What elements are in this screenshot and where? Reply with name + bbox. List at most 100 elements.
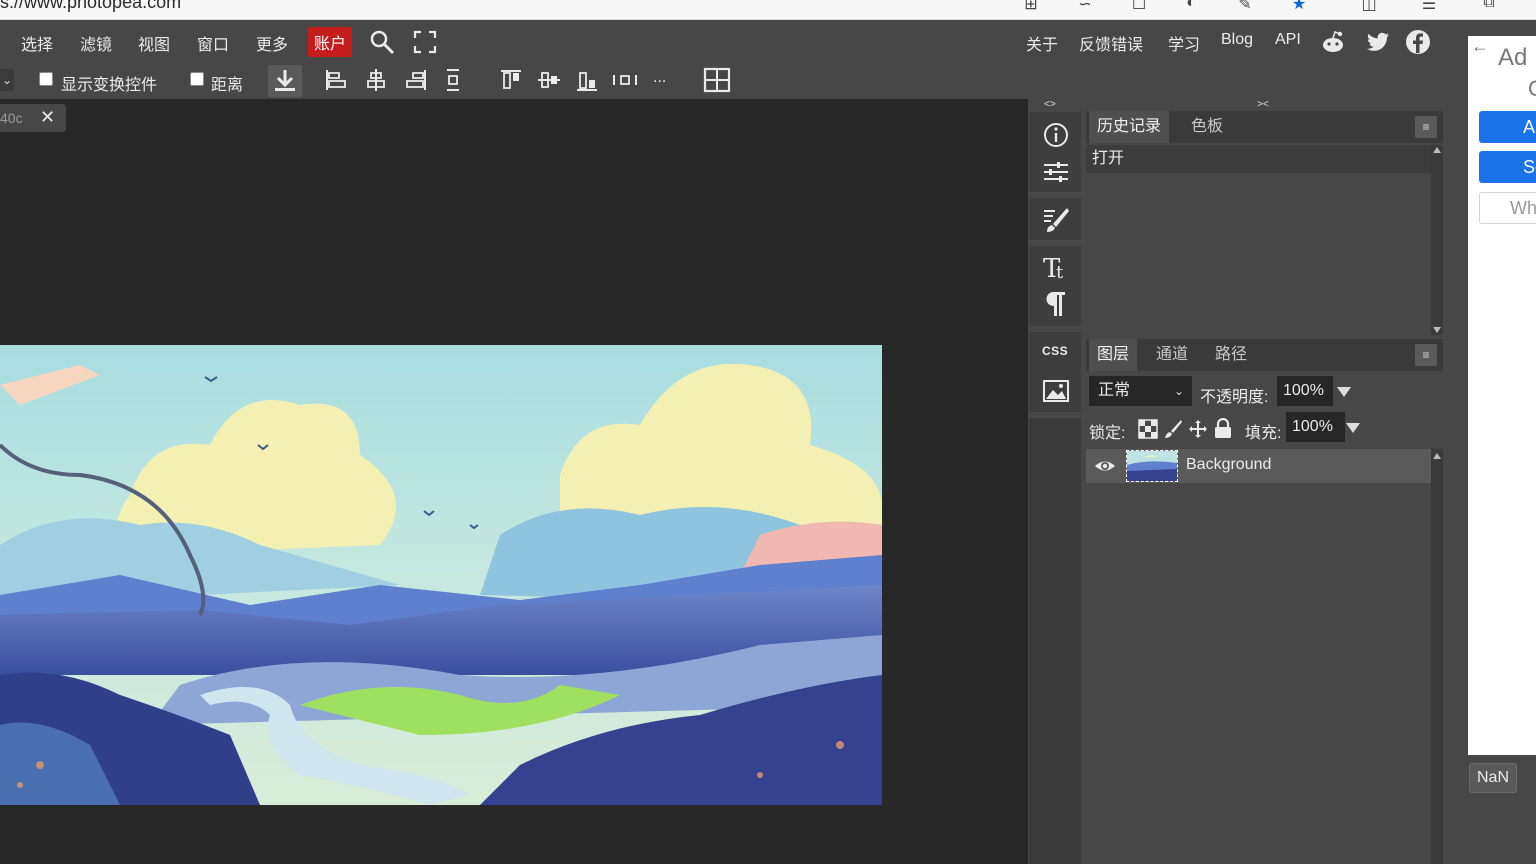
history-panel-menu-icon[interactable]: ≡ <box>1415 116 1437 138</box>
scroll-up-icon[interactable] <box>1433 147 1441 153</box>
facebook-icon[interactable] <box>1405 29 1431 55</box>
scroll-down-icon[interactable] <box>1433 327 1441 333</box>
ad-subtitle: C <box>1528 76 1536 101</box>
align-left-icon[interactable] <box>322 66 350 94</box>
search-icon[interactable] <box>369 29 395 55</box>
lock-transparency-icon[interactable] <box>1138 419 1158 439</box>
distance-label: 距离 <box>211 77 244 94</box>
image-icon[interactable] <box>1041 376 1071 406</box>
tool-preset-dropdown[interactable]: ⌄ <box>0 69 14 91</box>
url-text[interactable]: s://www.photopea.com <box>0 0 181 13</box>
ad-secondary-button[interactable]: Se <box>1479 151 1536 183</box>
canvas-image[interactable] <box>0 345 882 805</box>
distribute-vertical-icon[interactable] <box>439 66 467 94</box>
align-right-icon[interactable] <box>402 66 430 94</box>
ad-outline-button-label: Wh <box>1510 198 1536 218</box>
menu-about[interactable]: 关于 <box>1026 31 1058 55</box>
ad-primary-button[interactable]: A <box>1479 111 1536 143</box>
collections-icon[interactable]: ⧉ <box>1478 0 1500 14</box>
lock-position-move-icon[interactable] <box>1188 419 1208 439</box>
account-button[interactable]: 账户 <box>308 27 353 57</box>
tab-layers[interactable]: 图层 <box>1089 339 1138 371</box>
history-entry[interactable]: 打开 <box>1086 145 1431 173</box>
tab-swatches[interactable]: 色板 <box>1183 111 1231 143</box>
distance-checkbox[interactable] <box>190 72 204 86</box>
ad-primary-button-label: A <box>1523 117 1536 137</box>
history-panel-header: 历史记录 色板 ≡ <box>1086 111 1443 143</box>
align-top-icon[interactable] <box>497 66 525 94</box>
menu-more[interactable]: 更多 <box>256 31 288 55</box>
ad-panel: ← Ad C A Se Wh <box>1468 36 1536 755</box>
tab-icon[interactable]: ☐ <box>1128 0 1150 14</box>
fullscreen-icon[interactable] <box>412 29 438 55</box>
download-button[interactable] <box>268 65 302 97</box>
apps-icon[interactable]: ⊞ <box>1020 0 1042 14</box>
menu-api[interactable]: API <box>1275 31 1301 49</box>
align-hcenter-icon[interactable] <box>362 66 390 94</box>
paragraph-icon[interactable] <box>1041 289 1071 319</box>
menu-bar: 选择 滤镜 视图 窗口 更多 账户 关于 反馈错误 学习 Blog API <box>0 20 1468 63</box>
align-vcenter-icon[interactable] <box>535 66 563 94</box>
opacity-input[interactable]: 100% <box>1277 376 1333 406</box>
svg-text:t: t <box>1056 262 1064 281</box>
grid-icon[interactable] <box>703 66 731 94</box>
align-bottom-icon[interactable] <box>573 66 601 94</box>
layers-scrollbar[interactable] <box>1431 449 1443 864</box>
character-icon[interactable]: Tt <box>1041 251 1071 281</box>
chevron-down-icon: ⌄ <box>1173 384 1184 398</box>
menu-learn[interactable]: 学习 <box>1168 31 1200 55</box>
fill-dropdown-icon[interactable] <box>1346 423 1360 433</box>
ad-title: Ad <box>1498 44 1528 71</box>
menu-filter[interactable]: 滤镜 <box>80 31 112 55</box>
blend-mode-value: 正常 <box>1098 382 1131 399</box>
blend-mode-select[interactable]: 正常 ⌄ <box>1089 376 1192 406</box>
history-scrollbar[interactable] <box>1431 145 1443 335</box>
document-close-icon[interactable]: ✕ <box>40 107 55 128</box>
lock-all-icon[interactable] <box>1213 418 1233 439</box>
show-transform-checkbox[interactable] <box>39 72 53 86</box>
opacity-label: 不透明度: <box>1200 389 1269 406</box>
document-tab[interactable]: 40c ✕ <box>0 104 66 132</box>
css-icon[interactable]: CSS <box>1042 344 1068 358</box>
twitter-icon[interactable] <box>1365 29 1391 55</box>
lock-pixels-brush-icon[interactable] <box>1163 419 1183 439</box>
menu-view[interactable]: 视图 <box>138 31 170 55</box>
layers-panel-header: 图层 通道 路径 ≡ <box>1086 339 1443 371</box>
read-aloud-icon[interactable]: ∽ <box>1074 0 1096 14</box>
menu-window[interactable]: 窗口 <box>197 31 229 55</box>
eye-visibility-icon[interactable] <box>1094 455 1116 477</box>
tab-channels[interactable]: 通道 <box>1148 339 1196 371</box>
layers-scroll-up-icon[interactable] <box>1433 453 1441 459</box>
adjustments-icon[interactable] <box>1041 157 1071 187</box>
tab-paths[interactable]: 路径 <box>1207 339 1255 371</box>
nan-button[interactable]: NaN <box>1469 763 1517 793</box>
options-bar: ⌄ 显示变换控件 距离 ... <box>0 63 1468 99</box>
extension-icon[interactable]: ✎ <box>1234 0 1256 14</box>
layer-row[interactable]: Background <box>1086 449 1431 483</box>
brush-settings-icon[interactable] <box>1041 204 1071 234</box>
ad-outline-button[interactable]: Wh <box>1479 192 1536 224</box>
favorite-star-icon[interactable]: ★ <box>1288 0 1310 14</box>
fill-input[interactable]: 100% <box>1286 412 1345 442</box>
opacity-dropdown-icon[interactable] <box>1337 387 1351 397</box>
ad-back-arrow-icon[interactable]: ← <box>1471 36 1489 57</box>
menu-blog[interactable]: Blog <box>1221 31 1253 49</box>
toolstrip-collapse-toggle[interactable]: <> <box>1044 99 1056 110</box>
split-screen-icon[interactable]: ◫ <box>1358 0 1380 14</box>
toolstrip-empty <box>1029 418 1081 864</box>
right-gutter <box>1445 63 1468 864</box>
more-align-options[interactable]: ... <box>653 69 666 87</box>
layers-panel-menu-icon[interactable]: ≡ <box>1415 344 1437 366</box>
menu-select[interactable]: 选择 <box>21 31 53 55</box>
reddit-icon[interactable] <box>1320 29 1346 55</box>
lock-label: 锁定: <box>1089 425 1126 442</box>
panels-collapse-toggle[interactable]: >< <box>1257 99 1269 110</box>
info-icon[interactable] <box>1041 120 1071 150</box>
tab-history[interactable]: 历史记录 <box>1089 111 1170 143</box>
download-icon <box>275 70 295 91</box>
edge-icon[interactable]: ◐ <box>1180 0 1202 14</box>
distribute-horizontal-icon[interactable] <box>611 66 639 94</box>
favorites-list-icon[interactable]: ☰ <box>1418 0 1440 14</box>
menu-report-bug[interactable]: 反馈错误 <box>1079 31 1143 55</box>
canvas-workspace[interactable]: 40c ✕ <box>0 99 1028 864</box>
